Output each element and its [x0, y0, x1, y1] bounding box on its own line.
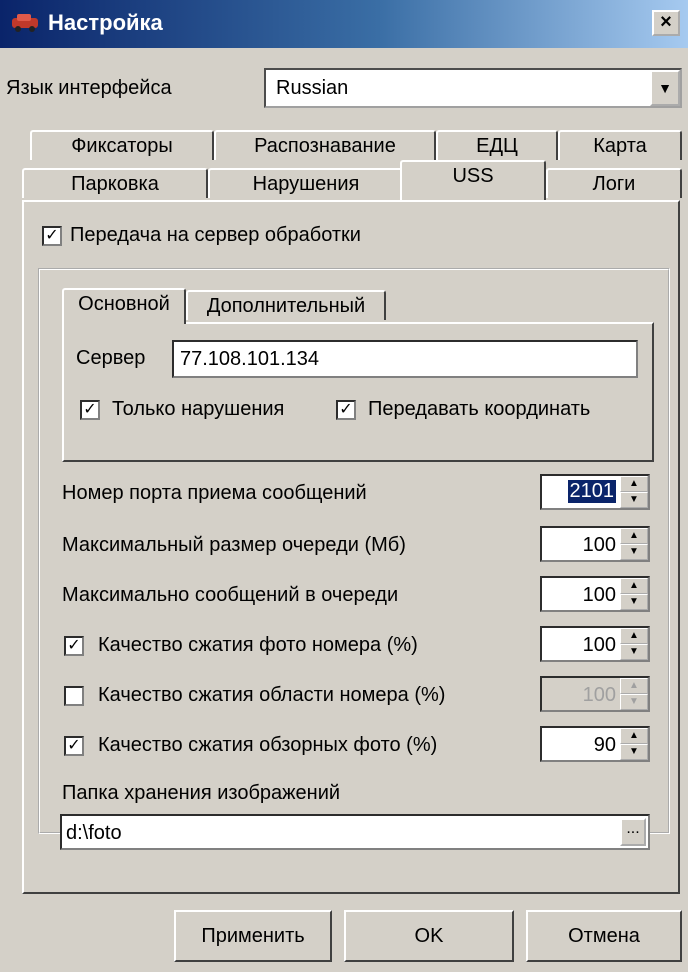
plate-area-quality-label: Качество сжатия области номера (%) [98, 684, 446, 706]
tab-parking[interactable]: Парковка [22, 168, 208, 198]
send-coords-checkbox[interactable]: ✓ [336, 400, 356, 420]
port-spinner[interactable]: 2101 ▲ ▼ [540, 474, 650, 510]
overview-quality-value: 90 [593, 734, 616, 756]
server-input[interactable]: 77.108.101.134 [172, 340, 638, 378]
max-queue-size-spinner[interactable]: 100 ▲ ▼ [540, 526, 650, 562]
plate-photo-quality-value: 100 [582, 634, 616, 656]
close-icon: × [660, 11, 672, 33]
tab-logs[interactable]: Логи [546, 168, 682, 198]
send-to-server-checkbox[interactable]: ✓ [42, 226, 62, 246]
plate-area-quality-spinner[interactable]: 100 ▲ ▼ [540, 676, 650, 712]
max-queue-size-value: 100 [582, 534, 616, 556]
overview-quality-label: Качество сжатия обзорных фото (%) [98, 734, 438, 756]
chevron-down-icon[interactable]: ▼ [650, 70, 680, 106]
tab-uss[interactable]: USS [400, 160, 546, 200]
subtab-additional[interactable]: Дополнительный [186, 290, 386, 320]
send-to-server-label: Передача на сервер обработки [70, 224, 361, 246]
send-coords-label: Передавать координать [368, 398, 591, 420]
overview-quality-checkbox[interactable]: ✓ [64, 736, 84, 756]
window-title: Настройка [48, 10, 163, 35]
max-queue-msgs-spinner[interactable]: 100 ▲ ▼ [540, 576, 650, 612]
tab-fixators[interactable]: Фиксаторы [30, 130, 214, 160]
car-icon [12, 14, 38, 32]
cancel-button[interactable]: Отмена [526, 910, 682, 962]
plate-photo-quality-label: Качество сжатия фото номера (%) [98, 634, 418, 656]
spin-up-icon[interactable]: ▲ [620, 476, 648, 492]
spin-down-icon[interactable]: ▼ [620, 492, 648, 508]
port-value: 2101 [567, 480, 616, 503]
max-queue-msgs-value: 100 [582, 584, 616, 606]
overview-quality-spinner[interactable]: 90 ▲ ▼ [540, 726, 650, 762]
close-button[interactable]: × [652, 10, 680, 36]
language-value: Russian [276, 77, 349, 99]
server-value: 77.108.101.134 [180, 348, 320, 370]
max-queue-size-label: Максимальный размер очереди (Мб) [62, 534, 406, 556]
plate-photo-quality-spinner[interactable]: 100 ▲ ▼ [540, 626, 650, 662]
plate-area-quality-value: 100 [582, 684, 616, 706]
tab-recognition[interactable]: Распознавание [214, 130, 436, 160]
spin-up-icon[interactable]: ▲ [620, 678, 648, 694]
max-queue-msgs-label: Максимально сообщений в очереди [62, 584, 399, 606]
tab-violations[interactable]: Нарушения [208, 168, 404, 198]
title-bar: Настройка × [0, 0, 688, 48]
spin-down-icon[interactable]: ▼ [620, 694, 648, 710]
plate-area-quality-checkbox[interactable] [64, 686, 84, 706]
server-label: Сервер [76, 347, 146, 369]
language-label: Язык интерфейса [6, 77, 172, 99]
apply-button[interactable]: Применить [174, 910, 332, 962]
only-violations-label: Только нарушения [112, 398, 285, 420]
spin-down-icon[interactable]: ▼ [620, 544, 648, 560]
folder-label: Папка хранения изображений [62, 782, 341, 804]
only-violations-checkbox[interactable]: ✓ [80, 400, 100, 420]
spin-up-icon[interactable]: ▲ [620, 728, 648, 744]
tab-map[interactable]: Карта [558, 130, 682, 160]
spin-down-icon[interactable]: ▼ [620, 594, 648, 610]
folder-input[interactable]: d:\foto ... [60, 814, 650, 850]
subtab-main[interactable]: Основной [62, 288, 186, 324]
tab-edc[interactable]: ЕДЦ [436, 130, 558, 160]
plate-photo-quality-checkbox[interactable]: ✓ [64, 636, 84, 656]
port-label: Номер порта приема сообщений [62, 482, 367, 504]
spin-down-icon[interactable]: ▼ [620, 644, 648, 660]
spin-down-icon[interactable]: ▼ [620, 744, 648, 760]
language-select[interactable]: Russian ▼ [264, 68, 682, 108]
spin-up-icon[interactable]: ▲ [620, 628, 648, 644]
ok-button[interactable]: OK [344, 910, 514, 962]
spin-up-icon[interactable]: ▲ [620, 528, 648, 544]
folder-value: d:\foto [66, 822, 122, 844]
spin-up-icon[interactable]: ▲ [620, 578, 648, 594]
browse-button[interactable]: ... [620, 818, 646, 846]
